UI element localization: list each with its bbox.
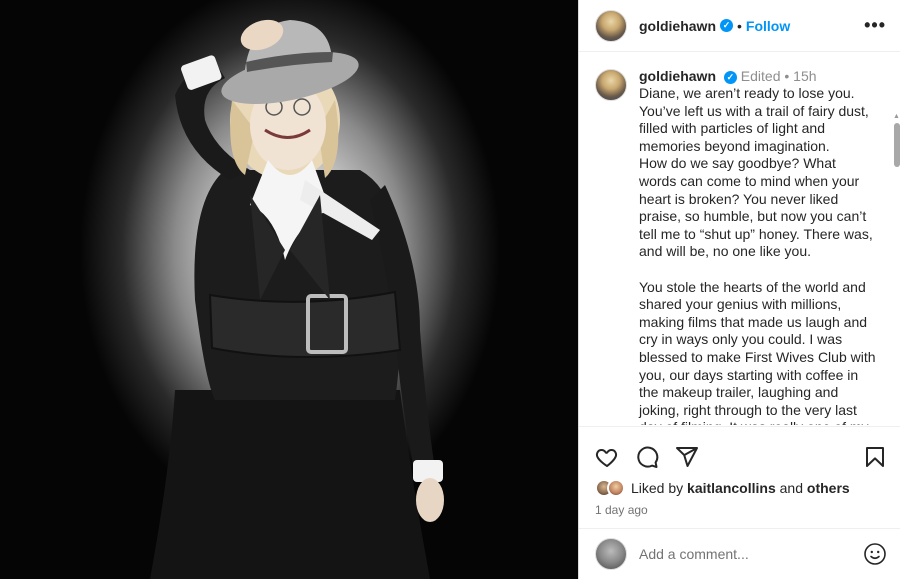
likes-and: and — [779, 480, 803, 496]
verified-badge-icon: ✓ — [723, 70, 737, 84]
follow-button[interactable]: Follow — [746, 18, 790, 34]
emoji-icon[interactable] — [863, 542, 887, 566]
caption-scrollbar[interactable]: ▲ ▼ — [893, 113, 900, 425]
author-avatar[interactable] — [595, 9, 627, 42]
likes-row: Liked by kaitlancollins and others — [579, 475, 900, 497]
share-icon[interactable] — [675, 445, 699, 469]
likes-prefix: Liked by — [631, 480, 684, 496]
caption-username[interactable]: goldiehawn — [639, 68, 716, 84]
photo-illustration — [150, 19, 444, 579]
comment-composer — [579, 528, 900, 579]
caption-time[interactable]: 15h — [793, 68, 816, 84]
separator-dot: • — [737, 17, 742, 34]
comment-input[interactable] — [639, 546, 863, 562]
post-sidebar: goldiehawn ✓ • Follow ••• goldiehawn ✓ E… — [578, 0, 900, 579]
caption-section: goldiehawn ✓ Edited • 15h Diane, we aren… — [579, 53, 900, 425]
likes-others-link[interactable]: others — [807, 480, 850, 496]
comment-icon[interactable] — [635, 445, 659, 469]
bookmark-icon[interactable] — [863, 445, 887, 469]
scroll-up-icon[interactable]: ▲ — [893, 113, 900, 120]
scrollbar-thumb[interactable] — [894, 123, 900, 167]
action-icons-row — [579, 427, 900, 475]
caption-text: Diane, we aren’t ready to lose you. You’… — [639, 85, 876, 425]
author-username[interactable]: goldiehawn — [639, 18, 716, 34]
likes-text: Liked by kaitlancollins and others — [631, 480, 850, 496]
post-timestamp[interactable]: 1 day ago — [579, 497, 900, 517]
post-header: goldiehawn ✓ • Follow ••• — [579, 0, 900, 52]
post-photo[interactable] — [0, 0, 578, 579]
edited-label: Edited — [740, 68, 781, 84]
caption-body: goldiehawn ✓ Edited • 15h Diane, we aren… — [639, 67, 877, 425]
separator-dot: • — [784, 68, 794, 84]
heart-icon[interactable] — [595, 445, 619, 469]
more-options-icon[interactable]: ••• — [864, 15, 886, 36]
caption-meta: goldiehawn ✓ Edited • 15h — [639, 67, 877, 85]
verified-badge-icon: ✓ — [720, 19, 733, 32]
liker-avatar[interactable] — [607, 479, 625, 497]
post-actions: Liked by kaitlancollins and others 1 day… — [579, 426, 900, 536]
caption-author-avatar[interactable] — [595, 69, 627, 101]
viewer-avatar — [595, 538, 627, 570]
liker-username[interactable]: kaitlancollins — [687, 480, 776, 496]
